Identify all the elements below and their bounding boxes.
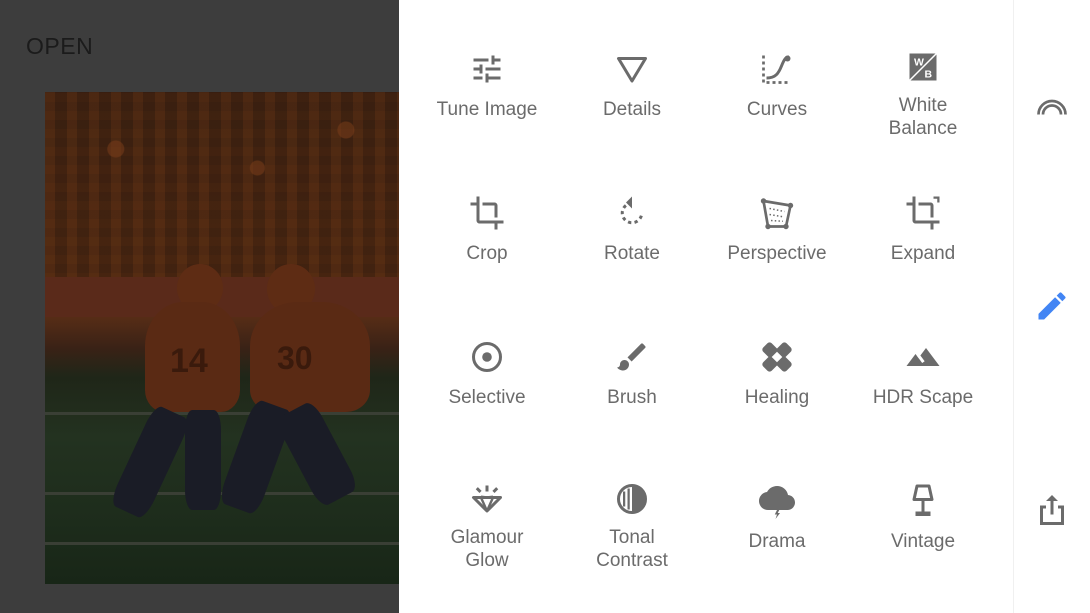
tool-hdr-scape[interactable]: HDR Scape (853, 288, 993, 418)
perspective-icon (757, 193, 797, 233)
photo-field-line (45, 542, 399, 545)
tool-label: Perspective (727, 243, 827, 264)
glamour-glow-icon (467, 481, 507, 517)
curves-icon (757, 49, 797, 89)
photo-pants (108, 403, 192, 521)
tool-label: Curves (746, 99, 808, 120)
image-preview-pane: OPEN 14 30 (0, 0, 399, 613)
drama-icon (757, 481, 797, 521)
expand-icon (903, 193, 943, 233)
tool-crop[interactable]: Crop (417, 144, 557, 274)
tool-label: Details (602, 99, 662, 120)
tool-label: Rotate (604, 243, 660, 264)
tool-drama[interactable]: Drama (707, 432, 847, 562)
white-balance-icon: W B (903, 49, 943, 85)
tool-curves[interactable]: Curves (707, 0, 847, 130)
photo-field-line (45, 412, 399, 415)
healing-icon (757, 337, 797, 377)
tool-label: Glamour Glow (450, 527, 524, 571)
tool-glamour-glow[interactable]: Glamour Glow (417, 432, 557, 571)
tool-label: Brush (607, 387, 657, 408)
tool-selective[interactable]: Selective (417, 288, 557, 418)
tool-rotate[interactable]: Rotate (562, 144, 702, 274)
photo-pants (185, 410, 221, 510)
photo-jersey-number: 14 (170, 342, 208, 380)
brush-icon (612, 337, 652, 377)
tool-brush[interactable]: Brush (562, 288, 702, 418)
crop-icon (467, 193, 507, 233)
tune-image-icon (467, 49, 507, 89)
tools-pencil-icon (1038, 292, 1066, 320)
tools-grid: Tune Image Details Curves W B White Bala… (399, 0, 1013, 613)
tool-white-balance[interactable]: W B White Balance (853, 0, 993, 139)
hdr-scape-icon (903, 337, 943, 377)
tool-label: HDR Scape (872, 387, 974, 408)
tool-details[interactable]: Details (562, 0, 702, 130)
tools-button[interactable] (1032, 286, 1072, 326)
tool-expand[interactable]: Expand (853, 144, 993, 274)
svg-text:W: W (914, 57, 924, 69)
vintage-icon (903, 481, 943, 521)
looks-icon (1037, 99, 1067, 115)
looks-button[interactable] (1032, 84, 1072, 124)
tool-label: Tonal Contrast (596, 527, 668, 571)
tool-vintage[interactable]: Vintage (853, 432, 993, 562)
right-rail (1013, 0, 1090, 613)
tool-label: White Balance (888, 95, 958, 139)
export-button[interactable] (1032, 490, 1072, 530)
tool-label: Selective (448, 387, 526, 408)
tool-label: Tune Image (436, 99, 538, 120)
photo-preview: 14 30 (45, 92, 399, 584)
rotate-icon (612, 193, 652, 233)
photo-jersey-number: 30 (277, 340, 313, 376)
tools-panel: Tune Image Details Curves W B White Bala… (399, 0, 1013, 613)
tool-label: Healing (744, 387, 810, 408)
selective-icon (467, 337, 507, 377)
tool-label: Crop (466, 243, 508, 264)
tool-label: Vintage (890, 531, 956, 552)
tool-perspective[interactable]: Perspective (707, 144, 847, 274)
tonal-contrast-icon (612, 481, 652, 517)
tool-healing[interactable]: Healing (707, 288, 847, 418)
tool-label: Expand (890, 243, 956, 264)
svg-text:B: B (925, 69, 933, 81)
open-button[interactable]: OPEN (26, 33, 93, 60)
photo-crowd (45, 92, 399, 282)
tool-label: Drama (748, 531, 806, 552)
tool-tune-image[interactable]: Tune Image (417, 0, 557, 130)
tool-tonal-contrast[interactable]: Tonal Contrast (562, 432, 702, 571)
export-icon (1040, 495, 1064, 525)
details-icon (612, 49, 652, 89)
